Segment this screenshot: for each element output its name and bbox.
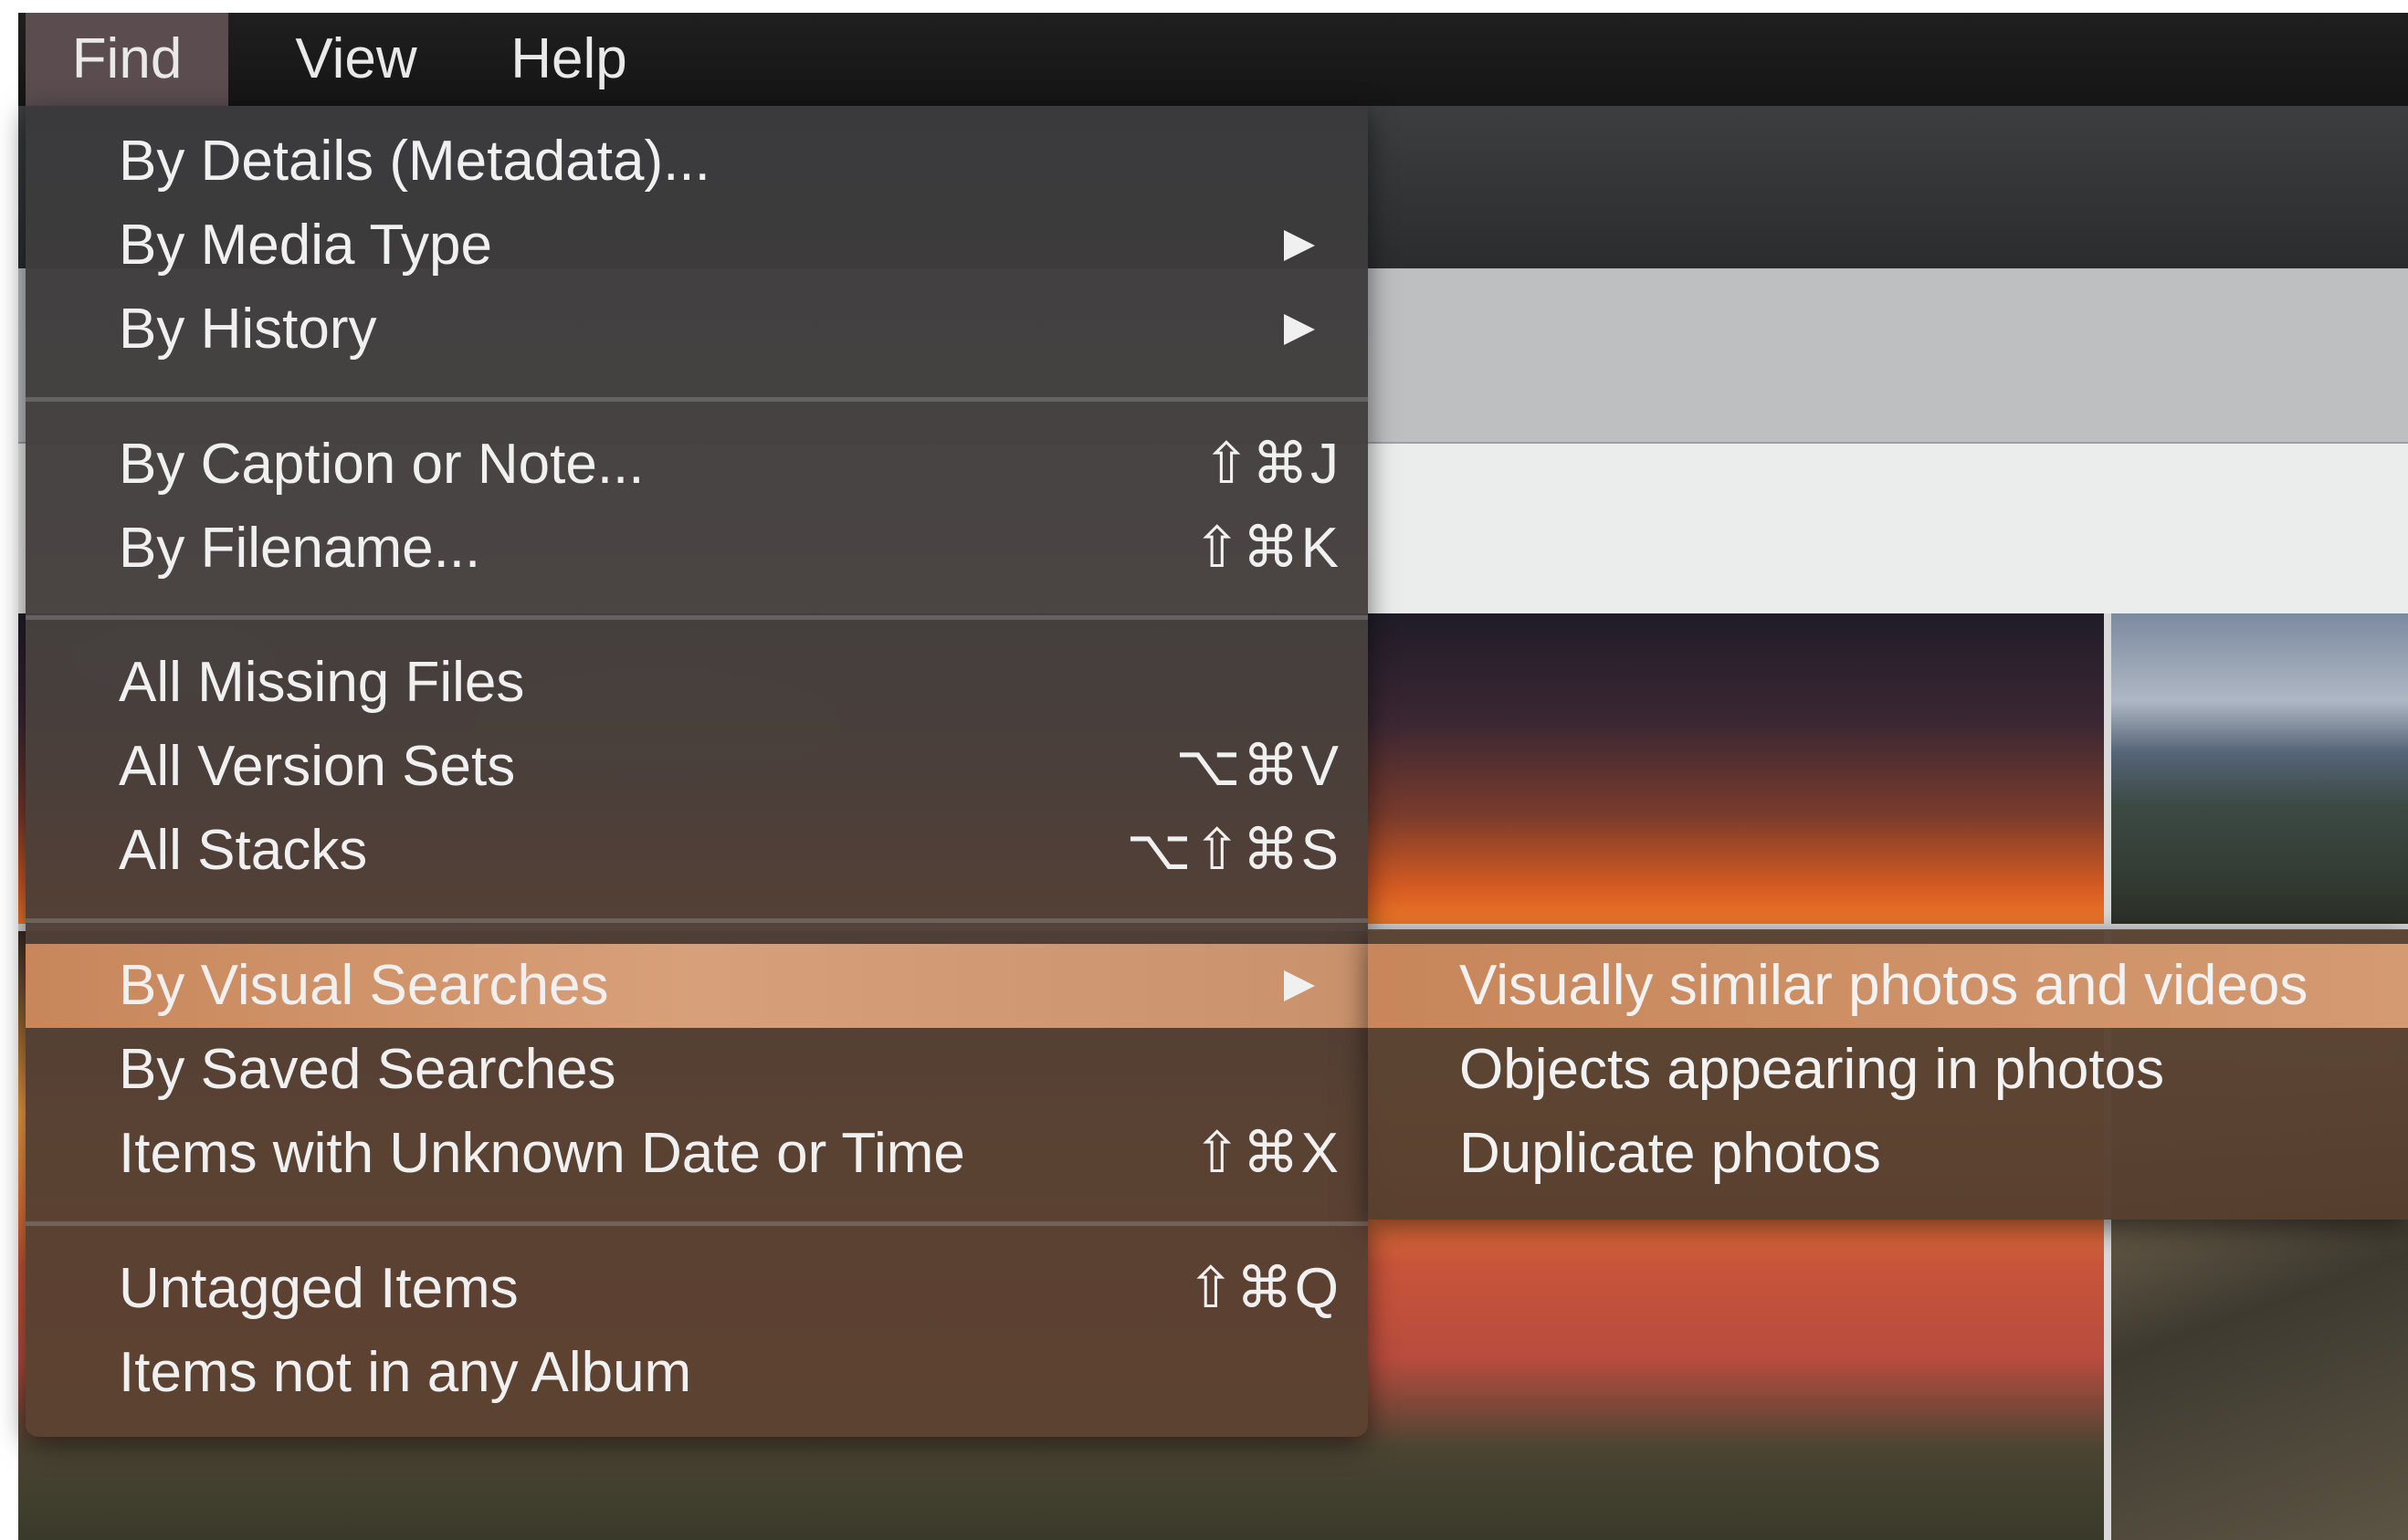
menu-item-shortcut: ⇧⌘Q	[1186, 1257, 1341, 1320]
menu-item-label: By Visual Searches	[119, 954, 609, 1017]
menu-item-label: All Stacks	[119, 819, 368, 882]
menu-item-label: By Caption or Note...	[119, 433, 645, 496]
menu-item-by-history[interactable]: By History	[26, 288, 1368, 372]
menu-separator	[26, 615, 1368, 620]
menu-separator	[26, 918, 1368, 923]
menu-item-not-in-album[interactable]: Items not in any Album	[26, 1331, 1368, 1415]
menu-separator	[26, 1221, 1368, 1226]
menu-item-all-stacks[interactable]: All Stacks ⌥⇧⌘S	[26, 809, 1368, 893]
menu-item-label: By Saved Searches	[119, 1038, 616, 1101]
menu-item-label: Untagged Items	[119, 1257, 519, 1320]
menu-item-untagged-items[interactable]: Untagged Items ⇧⌘Q	[26, 1247, 1368, 1331]
menu-item-by-caption[interactable]: By Caption or Note... ⇧⌘J	[26, 423, 1368, 507]
menu-item-shortcut: ⌥⇧⌘S	[1126, 819, 1341, 882]
menu-item-shortcut: ⇧⌘X	[1193, 1122, 1341, 1185]
photo-thumbnail[interactable]	[2111, 613, 2408, 924]
menu-item-label: By Filename...	[119, 517, 481, 580]
window-frame-left	[0, 0, 18, 1540]
menu-item-label: All Version Sets	[119, 735, 516, 798]
menu-item-shortcut: ⇧⌘J	[1203, 433, 1341, 496]
menu-item-by-details[interactable]: By Details (Metadata)...	[26, 120, 1368, 204]
menu-item-all-version-sets[interactable]: All Version Sets ⌥⌘V	[26, 725, 1368, 809]
submenu-item-objects[interactable]: Objects appearing in photos	[1368, 1028, 2408, 1112]
menu-item-shortcut: ⇧⌘K	[1193, 517, 1341, 580]
submenu-arrow-icon	[1284, 230, 1315, 261]
submenu-item-visually-similar[interactable]: Visually similar photos and videos	[1368, 944, 2408, 1028]
menu-find[interactable]: Find	[26, 13, 228, 106]
find-menu-dropdown: By Details (Metadata)... By Media Type B…	[26, 106, 1368, 1437]
menu-item-label: Items not in any Album	[119, 1341, 692, 1404]
menu-item-unknown-date[interactable]: Items with Unknown Date or Time ⇧⌘X	[26, 1112, 1368, 1196]
menu-item-label: By Details (Metadata)...	[119, 130, 710, 193]
app-window: Find View Help By Details (Metadata)... …	[0, 0, 2408, 1540]
menu-view[interactable]: View	[251, 13, 461, 106]
submenu-item-label: Duplicate photos	[1459, 1122, 1881, 1185]
window-frame-top	[0, 0, 2408, 13]
menu-item-shortcut: ⌥⌘V	[1175, 735, 1341, 798]
submenu-arrow-icon	[1284, 314, 1315, 345]
menu-separator	[26, 397, 1368, 402]
menu-help[interactable]: Help	[473, 13, 665, 106]
menu-item-label: By History	[119, 298, 377, 361]
menu-item-by-visual-searches[interactable]: By Visual Searches	[26, 944, 1368, 1028]
menu-item-by-saved-searches[interactable]: By Saved Searches	[26, 1028, 1368, 1112]
submenu-item-label: Visually similar photos and videos	[1459, 954, 2308, 1017]
submenu-item-label: Objects appearing in photos	[1459, 1038, 2165, 1101]
menu-item-label: All Missing Files	[119, 651, 525, 714]
menu-bar: Find View Help	[18, 13, 2408, 106]
menu-item-by-media-type[interactable]: By Media Type	[26, 204, 1368, 288]
menu-item-all-missing-files[interactable]: All Missing Files	[26, 641, 1368, 725]
menu-item-by-filename[interactable]: By Filename... ⇧⌘K	[26, 507, 1368, 591]
menu-item-label: By Media Type	[119, 214, 492, 277]
visual-searches-submenu: Visually similar photos and videos Objec…	[1368, 929, 2408, 1220]
menu-item-label: Items with Unknown Date or Time	[119, 1122, 965, 1185]
submenu-item-duplicate-photos[interactable]: Duplicate photos	[1368, 1112, 2408, 1196]
submenu-arrow-icon	[1284, 970, 1315, 1001]
